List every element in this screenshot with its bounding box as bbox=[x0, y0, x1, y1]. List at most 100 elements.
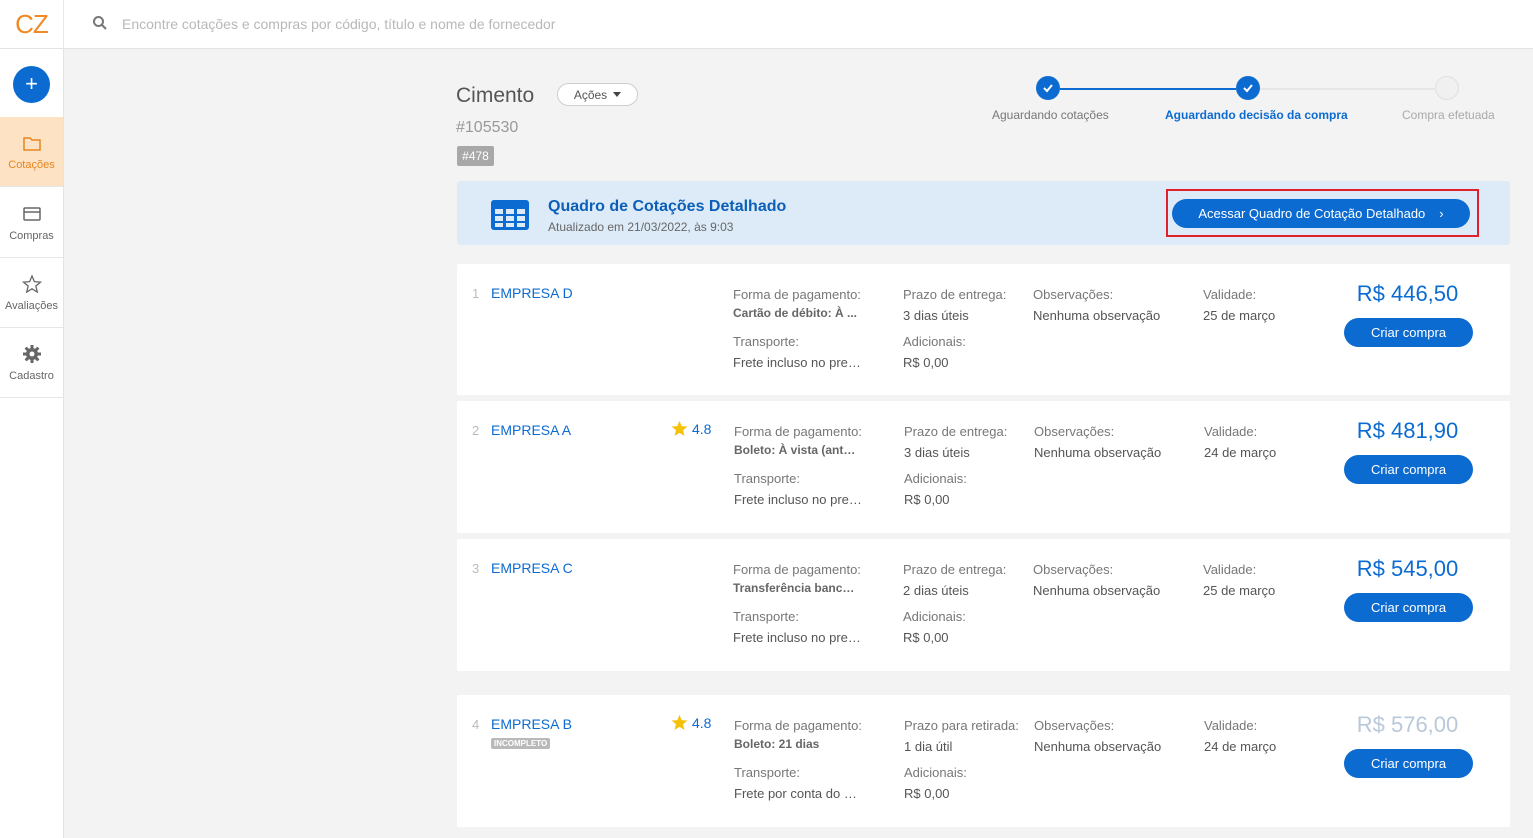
payment-label: Forma de pagamento: bbox=[734, 424, 862, 439]
transport-label: Transporte: bbox=[734, 471, 800, 486]
chevron-right-icon: › bbox=[1439, 206, 1444, 221]
validity-label: Validade: bbox=[1204, 718, 1258, 733]
additional-value: R$ 0,00 bbox=[903, 355, 949, 370]
validity-value: 25 de março bbox=[1203, 308, 1276, 323]
transport-value: Frete incluso no preç... bbox=[733, 630, 861, 645]
add-button[interactable]: + bbox=[13, 66, 50, 103]
observations-label: Observações: bbox=[1033, 562, 1114, 577]
stepper-line-done bbox=[1060, 88, 1236, 90]
star-icon bbox=[21, 273, 42, 293]
sidebar-item-cadastro[interactable]: Cadastro bbox=[0, 328, 63, 398]
transport-value: Frete incluso no preç... bbox=[734, 492, 862, 507]
transport-value: Frete incluso no preç... bbox=[733, 355, 861, 370]
validity-label: Validade: bbox=[1203, 287, 1257, 302]
rating-value: 4.8 bbox=[692, 714, 712, 731]
access-detailed-quote-button[interactable]: Acessar Quadro de Cotação Detalhado › bbox=[1172, 199, 1470, 228]
observations-label: Observações: bbox=[1034, 424, 1115, 439]
create-purchase-button[interactable]: Criar compra bbox=[1344, 749, 1473, 778]
search-input[interactable] bbox=[122, 12, 822, 36]
transport-label: Transporte: bbox=[734, 765, 800, 780]
transport-label: Transporte: bbox=[733, 334, 799, 349]
supplier-rating: 4.8 bbox=[671, 420, 711, 437]
app-logo[interactable]: CZ bbox=[0, 0, 64, 49]
supplier-name-link[interactable]: EMPRESA C bbox=[491, 560, 573, 576]
observations-value: Nenhuma observação bbox=[1033, 583, 1161, 598]
quote-rank: 3 bbox=[472, 561, 480, 576]
sidebar-item-compras[interactable]: Compras bbox=[0, 188, 63, 258]
additional-label: Adicionais: bbox=[904, 765, 967, 780]
delivery-value: 2 dias úteis bbox=[903, 583, 969, 598]
quote-card: 1 EMPRESA D Forma de pagamento: Cartão de d… bbox=[457, 264, 1510, 395]
quote-price: R$ 576,00 bbox=[1356, 712, 1459, 737]
quote-tag: #478 bbox=[457, 146, 494, 166]
observations-value: Nenhuma observação bbox=[1034, 445, 1162, 460]
delivery-label: Prazo para retirada: bbox=[904, 718, 1019, 733]
transport-value: Frete por conta do cl... bbox=[734, 786, 862, 801]
payment-value: Transferência bancá... bbox=[733, 581, 859, 595]
quote-code: #105530 bbox=[456, 119, 519, 136]
payment-value: Cartão de débito: À ... bbox=[733, 306, 858, 320]
sidebar-item-label: Compras bbox=[9, 229, 54, 242]
validity-value: 24 de março bbox=[1204, 445, 1277, 460]
additional-value: R$ 0,00 bbox=[903, 630, 949, 645]
delivery-value: 1 dia útil bbox=[904, 739, 953, 754]
validity-label: Validade: bbox=[1203, 562, 1257, 577]
step-label: Aguardando decisão da compra bbox=[1165, 108, 1348, 122]
quote-price: R$ 545,00 bbox=[1356, 556, 1459, 581]
sidebar-item-avaliacoes[interactable]: Avaliações bbox=[0, 258, 63, 328]
observations-value: Nenhuma observação bbox=[1033, 308, 1161, 323]
sidebar: + Cotações Compras Avaliações Cadastro bbox=[0, 49, 64, 838]
observations-label: Observações: bbox=[1034, 718, 1115, 733]
payment-value: Boleto: À vista (ante... bbox=[734, 443, 860, 457]
detailed-quote-banner: Quadro de Cotações Detalhado Atualizado … bbox=[457, 181, 1510, 245]
create-purchase-button[interactable]: Criar compra bbox=[1344, 455, 1473, 484]
supplier-name-link[interactable]: EMPRESA B bbox=[491, 716, 572, 732]
quote-rank: 2 bbox=[472, 423, 480, 438]
sidebar-item-label: Cadastro bbox=[9, 369, 54, 382]
additional-label: Adicionais: bbox=[903, 609, 966, 624]
additional-value: R$ 0,00 bbox=[904, 492, 950, 507]
sidebar-item-label: Avaliações bbox=[5, 299, 58, 312]
delivery-label: Prazo de entrega: bbox=[903, 287, 1007, 302]
quote-price: R$ 481,90 bbox=[1356, 418, 1459, 443]
create-purchase-button[interactable]: Criar compra bbox=[1344, 593, 1473, 622]
gear-icon bbox=[22, 344, 41, 363]
card-icon bbox=[22, 206, 41, 221]
actions-label: Ações bbox=[573, 87, 608, 102]
step-label: Aguardando cotações bbox=[992, 108, 1109, 122]
search-icon bbox=[93, 16, 107, 30]
delivery-value: 3 dias úteis bbox=[904, 445, 970, 460]
star-icon bbox=[671, 420, 688, 436]
additional-label: Adicionais: bbox=[903, 334, 966, 349]
payment-value: Boleto: 21 dias bbox=[734, 737, 820, 751]
top-bar: CZ bbox=[0, 0, 1533, 49]
supplier-name-link[interactable]: EMPRESA D bbox=[491, 285, 573, 301]
sidebar-item-cotacoes[interactable]: Cotações bbox=[0, 117, 63, 187]
step-2-check-icon bbox=[1236, 76, 1260, 100]
step-3-dot bbox=[1435, 76, 1459, 100]
observations-value: Nenhuma observação bbox=[1034, 739, 1162, 754]
banner-title: Quadro de Cotações Detalhado bbox=[548, 198, 787, 215]
create-purchase-button[interactable]: Criar compra bbox=[1344, 318, 1473, 347]
quote-rank: 1 bbox=[472, 286, 480, 301]
page-title: Cimento bbox=[456, 84, 535, 107]
folder-icon bbox=[22, 136, 41, 151]
payment-label: Forma de pagamento: bbox=[733, 562, 861, 577]
payment-label: Forma de pagamento: bbox=[733, 287, 861, 302]
payment-label: Forma de pagamento: bbox=[734, 718, 862, 733]
rating-value: 4.8 bbox=[692, 420, 712, 437]
delivery-value: 3 dias úteis bbox=[903, 308, 969, 323]
quote-card: 2 EMPRESA A 4.8 Forma de pagamento: Boleto:… bbox=[457, 401, 1510, 533]
step-label: Compra efetuada bbox=[1402, 108, 1495, 122]
banner-updated-at: Atualizado em 21/03/2022, às 9:03 bbox=[548, 220, 734, 234]
stepper-line-todo bbox=[1259, 88, 1435, 90]
quote-card: 4 EMPRESA B INCOMPLETO 4.8 Forma de pagamen… bbox=[457, 695, 1510, 827]
supplier-rating: 4.8 bbox=[671, 714, 711, 731]
additional-value: R$ 0,00 bbox=[904, 786, 950, 801]
table-grid-icon bbox=[491, 200, 529, 230]
actions-dropdown[interactable]: Ações bbox=[557, 83, 638, 106]
observations-label: Observações: bbox=[1033, 287, 1114, 302]
supplier-name-link[interactable]: EMPRESA A bbox=[491, 422, 571, 438]
incomplete-badge: INCOMPLETO bbox=[491, 738, 551, 749]
access-button-label: Acessar Quadro de Cotação Detalhado bbox=[1198, 206, 1426, 221]
